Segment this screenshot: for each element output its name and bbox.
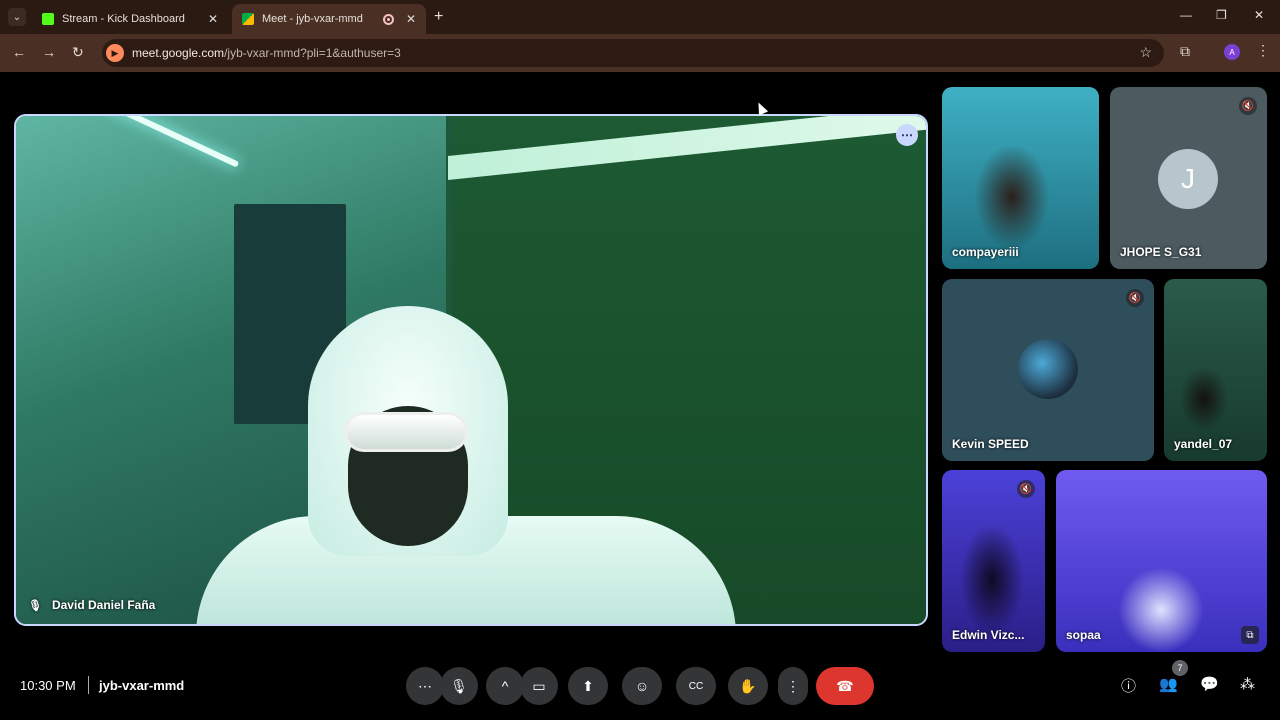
tab-meet[interactable]: Meet - jyb-vxar-mmd ✕ [232,4,426,34]
close-window-button[interactable]: ✕ [1254,8,1264,22]
video-glasses [344,412,468,452]
reload-button[interactable]: ↻ [72,44,84,61]
captions-button[interactable]: CC [676,667,716,705]
emoji-reactions-button[interactable]: ☺ [622,667,662,705]
picture-in-picture-icon[interactable]: ⧉ [1241,626,1259,644]
tile-more-options-icon[interactable]: ⋯ [896,124,918,146]
present-screen-button[interactable]: ⬆ [568,667,608,705]
participant-tile[interactable]: 🔇 J JHOPE S_G31 [1110,87,1267,269]
tab-title: Stream - Kick Dashboard [62,13,185,25]
microphone-button[interactable]: 🎙 [440,667,478,705]
divider [88,676,89,694]
mic-off-icon: 🔇 [1126,289,1144,307]
maximize-button[interactable]: ❐ [1216,8,1227,22]
participant-name: JHOPE S_G31 [1120,245,1202,259]
participant-tile[interactable]: 🔇 Kevin SPEED [942,279,1154,461]
mic-off-icon: 🔇 [1017,480,1035,498]
tab-close-icon[interactable]: ✕ [208,12,218,26]
url-text: meet.google.com/jyb-vxar-mmd?pli=1&authu… [132,46,401,60]
browser-menu-icon[interactable]: ⋮ [1256,42,1270,59]
speaker-name: David Daniel Faña [51,598,156,612]
meeting-code: jyb-vxar-mmd [99,678,185,693]
speaking-indicator-icon: 🎙 [28,599,42,612]
end-call-button[interactable]: ☎ [816,667,874,705]
chat-icon[interactable]: 💬 [1200,675,1219,693]
participant-tile[interactable]: 🔇 Edwin Vizc... [942,470,1045,652]
browser-toolbar: ← → ↻ ▶ meet.google.com/jyb-vxar-mmd?pli… [0,34,1280,72]
participant-name: compayeriii [952,245,1019,259]
mic-off-icon: 🔇 [1239,97,1257,115]
participant-tile[interactable]: sopaa ⧉ [1056,470,1267,652]
minimize-button[interactable]: — [1180,8,1192,22]
tab-search-button[interactable]: ⌄ [8,8,26,26]
meet-favicon-icon [242,13,254,25]
recording-indicator-icon [382,13,394,25]
tab-title: Meet - jyb-vxar-mmd [262,13,363,25]
participant-name: Edwin Vizc... [952,628,1025,642]
participant-name: yandel_07 [1174,437,1233,451]
new-tab-button[interactable]: + [434,8,443,26]
participant-name: Kevin SPEED [952,437,1029,451]
address-bar[interactable]: ▶ meet.google.com/jyb-vxar-mmd?pli=1&aut… [102,39,1164,67]
participant-avatar [1018,339,1078,399]
bookmark-star-icon[interactable]: ☆ [1139,44,1152,61]
participant-name-label: 🎙 David Daniel Faña [28,598,155,612]
participant-count-badge: 7 [1172,660,1188,676]
more-controls-button[interactable]: ⋯ [406,667,444,705]
extensions-icon[interactable]: ⧉ [1180,43,1190,60]
meet-stage: ⋯ 🎙 David Daniel Faña compayeriii 🔇 J JH… [0,72,1280,720]
kick-favicon-icon [42,13,54,25]
participant-tile[interactable]: compayeriii [942,87,1099,269]
participant-tile[interactable]: yandel_07 [1164,279,1267,461]
tab-close-icon[interactable]: ✕ [406,12,416,26]
profile-avatar[interactable]: A [1224,44,1240,60]
participant-avatar: J [1158,149,1218,209]
back-button[interactable]: ← [12,44,26,60]
meeting-time: 10:30 PM [20,678,76,693]
audio-options-chevron-icon[interactable]: ^ [486,667,524,705]
camera-button[interactable]: ▭ [520,667,558,705]
people-icon[interactable]: 👥 [1159,675,1178,693]
forward-button[interactable]: → [42,44,56,60]
site-camera-icon[interactable]: ▶ [106,44,124,62]
main-speaker-tile[interactable]: ⋯ 🎙 David Daniel Faña [14,114,928,626]
participant-name: sopaa [1066,628,1101,642]
activities-icon[interactable]: ⁂ [1240,675,1255,693]
raise-hand-button[interactable]: ✋ [728,667,768,705]
browser-tab-bar: ⌄ Stream - Kick Dashboard ✕ Meet - jyb-v… [0,0,1280,34]
tab-kick-dashboard[interactable]: Stream - Kick Dashboard ✕ [32,4,228,34]
meeting-info-icon[interactable]: ⓘ [1121,675,1136,696]
more-options-button[interactable]: ⋮ [778,667,808,705]
